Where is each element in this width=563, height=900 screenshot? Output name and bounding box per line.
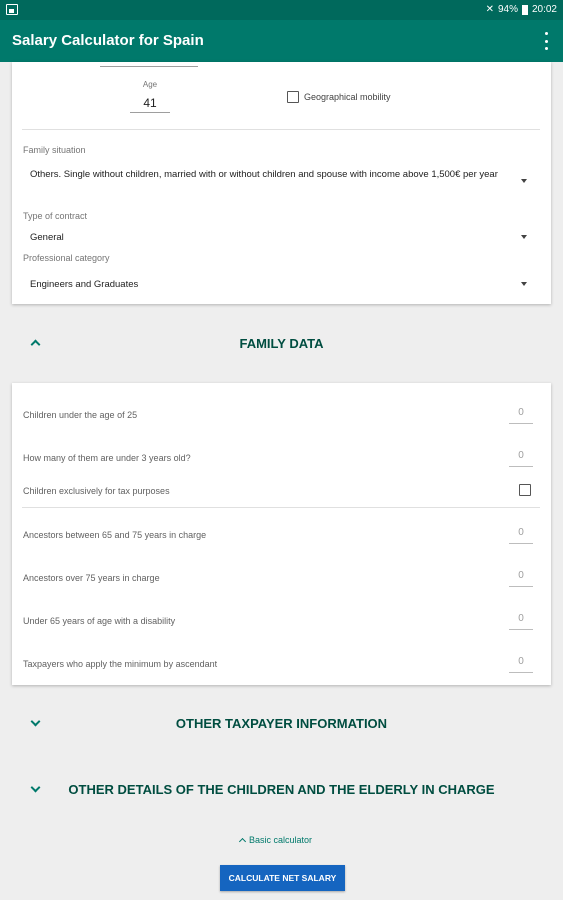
divider xyxy=(22,129,540,130)
under-3-label: How many of them are under 3 years old? xyxy=(23,453,191,463)
ancestors-over-75-input[interactable]: 0 xyxy=(509,570,533,581)
geographical-mobility-checkbox[interactable] xyxy=(287,91,299,103)
clock: 20:02 xyxy=(531,4,557,15)
input-underline xyxy=(509,423,533,424)
ancestors-over-75-label: Ancestors over 75 years in charge xyxy=(23,573,160,583)
status-bar: ✕ 94% 20:02 xyxy=(0,0,563,20)
age-label: Age xyxy=(142,80,158,89)
battery-icon xyxy=(521,4,528,15)
disability-input[interactable]: 0 xyxy=(509,613,533,624)
app-title: Salary Calculator for Spain xyxy=(12,32,204,49)
overflow-menu-icon[interactable] xyxy=(543,32,549,50)
taxpayers-minimum-input[interactable]: 0 xyxy=(509,656,533,667)
app-bar: Salary Calculator for Spain xyxy=(0,20,563,62)
children-under-25-label: Children under the age of 25 xyxy=(23,410,138,420)
mute-icon: ✕ xyxy=(485,4,494,15)
tax-children-checkbox[interactable] xyxy=(519,484,531,496)
personal-data-card: Age 41 Geographical mobility Family situ… xyxy=(12,62,551,304)
professional-category-select[interactable]: Engineers and Graduates xyxy=(30,279,138,290)
other-details-header[interactable]: OTHER DETAILS OF THE CHILDREN AND THE EL… xyxy=(0,782,563,797)
professional-category-dropdown-icon[interactable] xyxy=(521,282,527,286)
geographical-mobility-label: Geographical mobility xyxy=(304,92,391,102)
professional-category-label: Professional category xyxy=(23,253,110,263)
ancestors-65-75-input[interactable]: 0 xyxy=(509,527,533,538)
contract-type-select[interactable]: General xyxy=(30,232,64,243)
family-situation-dropdown-icon[interactable] xyxy=(521,179,527,183)
image-notification-icon xyxy=(6,4,18,15)
basic-calculator-label: Basic calculator xyxy=(249,835,313,845)
input-underline xyxy=(509,543,533,544)
divider xyxy=(22,507,540,508)
ancestors-65-75-label: Ancestors between 65 and 75 years in cha… xyxy=(23,530,207,540)
battery-percent: 94% xyxy=(497,4,518,15)
field-underline xyxy=(100,66,198,67)
age-input-underline xyxy=(130,112,170,113)
under-3-input[interactable]: 0 xyxy=(509,450,533,461)
tax-children-label: Children exclusively for tax purposes xyxy=(23,486,170,496)
disability-label: Under 65 years of age with a disability xyxy=(23,616,176,626)
input-underline xyxy=(509,586,533,587)
contract-type-label: Type of contract xyxy=(23,211,88,221)
family-situation-label: Family situation xyxy=(23,145,86,155)
taxpayers-minimum-label: Taxpayers who apply the minimum by ascen… xyxy=(23,659,218,669)
other-taxpayer-header[interactable]: OTHER TAXPAYER INFORMATION xyxy=(0,716,563,731)
age-input[interactable]: 41 xyxy=(130,96,170,110)
calculate-net-salary-button[interactable]: CALCULATE NET SALARY xyxy=(220,865,345,891)
basic-calculator-link[interactable]: Basic calculator xyxy=(238,835,313,846)
input-underline xyxy=(509,672,533,673)
chevron-up-icon xyxy=(238,837,247,846)
family-data-card: Children under the age of 25 0 How many … xyxy=(12,383,551,685)
family-situation-select[interactable]: Others. Single without children, married… xyxy=(30,169,500,180)
status-icons: ✕ 94% 20:02 xyxy=(486,4,557,15)
input-underline xyxy=(509,466,533,467)
input-underline xyxy=(509,629,533,630)
children-under-25-input[interactable]: 0 xyxy=(509,407,533,418)
family-data-header[interactable]: FAMILY DATA xyxy=(0,336,563,351)
contract-type-dropdown-icon[interactable] xyxy=(521,235,527,239)
